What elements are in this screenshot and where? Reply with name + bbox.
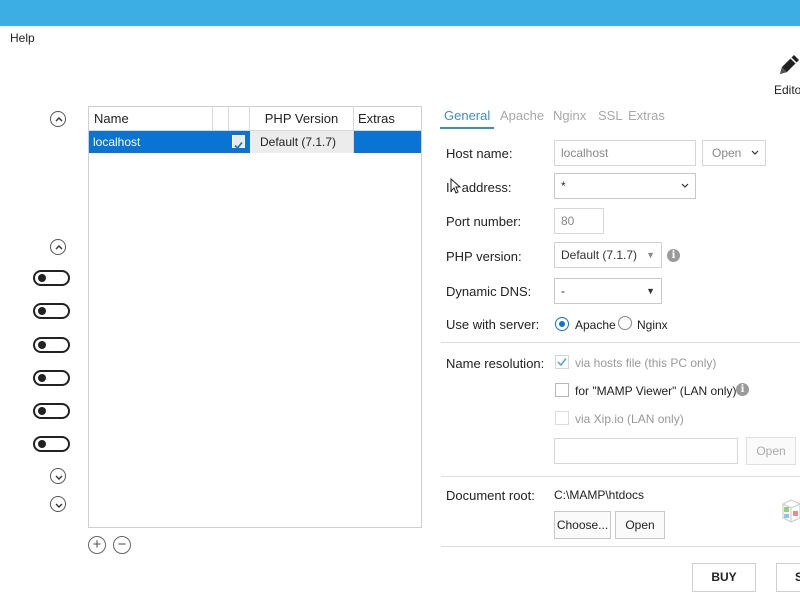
move-up-button[interactable] bbox=[50, 239, 66, 255]
toggle-3[interactable] bbox=[33, 337, 70, 353]
port-number-field[interactable]: 80 bbox=[554, 208, 604, 234]
name-resolution-label: Name resolution: bbox=[446, 356, 545, 371]
row-extras bbox=[354, 131, 421, 153]
section-divider bbox=[441, 476, 800, 477]
chevron-up-icon bbox=[55, 245, 63, 250]
open-button[interactable]: Open bbox=[615, 511, 665, 539]
move-down-button[interactable] bbox=[50, 468, 66, 484]
port-number-label: Port number: bbox=[446, 214, 522, 229]
checkmark-icon bbox=[234, 141, 243, 150]
via-xip-checkbox[interactable] bbox=[555, 411, 569, 425]
row-host-name: localhost bbox=[89, 131, 250, 153]
apache-radio-label[interactable]: Apache bbox=[575, 318, 616, 332]
column-extras[interactable]: Extras bbox=[354, 107, 421, 131]
ip-address-value: * bbox=[561, 179, 566, 193]
chevron-down-icon bbox=[55, 475, 63, 480]
host-list: Name PHP Version Extras localhost Defaul… bbox=[88, 106, 422, 528]
via-xip-label[interactable]: via Xip.io (LAN only) bbox=[575, 412, 684, 426]
toggle-knob bbox=[38, 407, 46, 415]
editor-label: Edito bbox=[774, 83, 800, 97]
caret-down-icon: ▼ bbox=[646, 286, 655, 296]
column-php-version[interactable]: PHP Version bbox=[250, 107, 354, 131]
column-name[interactable]: Name bbox=[89, 107, 213, 131]
caret-down-icon: ▼ bbox=[646, 250, 655, 260]
dynamic-dns-value: - bbox=[561, 284, 565, 298]
tab-ssl[interactable]: SSL bbox=[598, 108, 623, 123]
mamp-viewer-label[interactable]: for "MAMP Viewer" (LAN only) bbox=[575, 384, 736, 398]
add-host-button[interactable]: + bbox=[88, 536, 106, 554]
cube-icon bbox=[782, 499, 800, 523]
buy-button[interactable]: BUY bbox=[692, 563, 756, 592]
choose-button[interactable]: Choose... bbox=[554, 511, 611, 539]
toggle-6[interactable] bbox=[33, 436, 70, 452]
chevron-up-icon bbox=[55, 117, 63, 122]
toggle-5[interactable] bbox=[33, 403, 70, 419]
document-root-label: Document root: bbox=[446, 488, 535, 503]
via-hosts-checkbox[interactable] bbox=[555, 355, 569, 369]
php-version-value: Default (7.1.7) bbox=[561, 248, 638, 262]
info-icon[interactable]: i bbox=[736, 383, 749, 396]
mouse-cursor-icon bbox=[450, 178, 462, 194]
info-icon[interactable]: i bbox=[667, 249, 680, 262]
toggle-4[interactable] bbox=[33, 370, 70, 386]
section-divider bbox=[441, 546, 800, 554]
host-open-label: Open bbox=[712, 146, 742, 160]
toggle-knob bbox=[38, 307, 46, 315]
toggle-knob bbox=[38, 440, 46, 448]
nginx-radio[interactable] bbox=[618, 316, 632, 330]
save-button[interactable]: S bbox=[776, 563, 800, 592]
menu-help[interactable]: Help bbox=[10, 31, 35, 45]
title-bar bbox=[0, 0, 800, 26]
column-check[interactable] bbox=[229, 107, 250, 131]
mamp-viewer-checkbox[interactable] bbox=[555, 383, 569, 397]
php-version-select[interactable]: Default (7.1.7) ▼ bbox=[554, 242, 662, 268]
via-hosts-label[interactable]: via hosts file (this PC only) bbox=[575, 356, 716, 370]
row-enabled-checkbox[interactable] bbox=[232, 135, 245, 150]
toggle-1[interactable] bbox=[33, 270, 70, 286]
editor-button[interactable]: Edito bbox=[770, 52, 800, 102]
ip-address-select[interactable]: * bbox=[554, 173, 696, 199]
chevron-down-icon bbox=[751, 150, 759, 155]
active-tab-indicator bbox=[440, 127, 494, 129]
toggle-knob bbox=[38, 274, 46, 282]
toggle-knob bbox=[38, 341, 46, 349]
remove-host-button[interactable]: − bbox=[113, 536, 131, 554]
toggle-knob bbox=[38, 374, 46, 382]
tab-general[interactable]: General bbox=[444, 108, 490, 123]
apache-radio[interactable] bbox=[555, 317, 569, 331]
pencil-icon bbox=[780, 55, 799, 74]
host-name-field[interactable]: localhost bbox=[554, 140, 696, 166]
host-open-select[interactable]: Open bbox=[702, 140, 766, 166]
section-divider bbox=[441, 342, 800, 343]
tab-extras[interactable]: Extras bbox=[628, 108, 665, 123]
use-with-server-label: Use with server: bbox=[446, 317, 540, 332]
dynamic-dns-select[interactable]: - ▼ bbox=[554, 278, 662, 304]
xip-field[interactable] bbox=[554, 438, 738, 464]
toggle-2[interactable] bbox=[33, 303, 70, 319]
scroll-down-button[interactable] bbox=[50, 496, 66, 512]
plus-icon: + bbox=[92, 536, 102, 553]
document-root-value: C:\MAMP\htdocs bbox=[554, 488, 645, 502]
minus-icon: − bbox=[117, 536, 127, 553]
chevron-down-icon bbox=[55, 503, 63, 508]
row-php-version: Default (7.1.7) bbox=[250, 131, 354, 153]
nginx-radio-label[interactable]: Nginx bbox=[637, 318, 668, 332]
tab-nginx[interactable]: Nginx bbox=[553, 108, 586, 123]
chevron-down-icon bbox=[681, 183, 689, 188]
list-header: Name PHP Version Extras bbox=[89, 107, 421, 131]
xip-open-button[interactable]: Open bbox=[746, 437, 796, 465]
menu-bar: Help bbox=[0, 26, 800, 50]
scroll-up-button[interactable] bbox=[50, 111, 66, 127]
dynamic-dns-label: Dynamic DNS: bbox=[446, 284, 532, 299]
php-version-label: PHP version: bbox=[446, 249, 522, 264]
host-name-label: Host name: bbox=[446, 146, 513, 161]
table-row[interactable]: localhost Default (7.1.7) bbox=[89, 131, 421, 153]
column-sort[interactable] bbox=[213, 107, 229, 131]
checkmark-icon bbox=[557, 358, 567, 367]
tab-apache[interactable]: Apache bbox=[500, 108, 544, 123]
